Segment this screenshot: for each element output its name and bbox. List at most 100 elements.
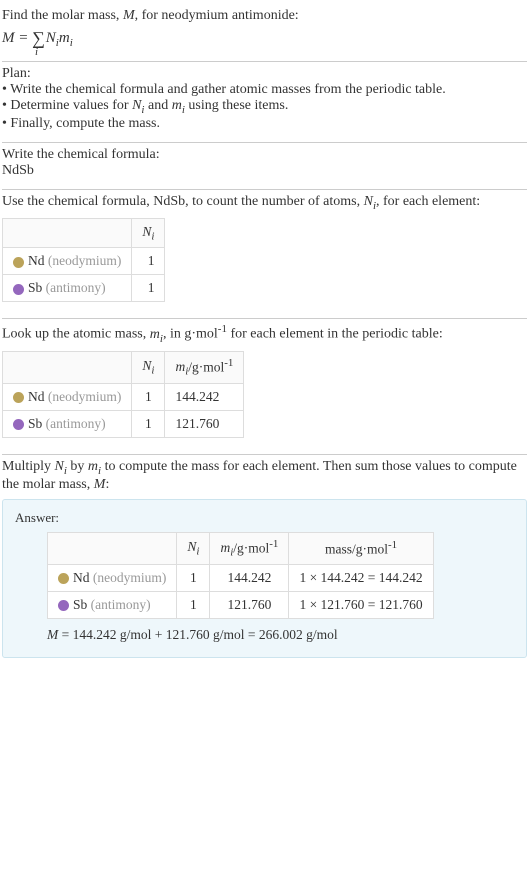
m-cell: 121.760 — [165, 410, 244, 437]
table-row: Nd (neodymium) 1 — [3, 248, 165, 275]
var-Ni: Ni — [364, 192, 376, 211]
var-Ni: Ni — [55, 457, 67, 476]
m-cell: 144.242 — [210, 564, 289, 591]
plan-b2: • Determine values for Ni and mi using t… — [2, 98, 527, 116]
lookup-section: Look up the atomic mass, mi, in g·mol-1 … — [2, 319, 527, 454]
blank-header — [3, 218, 132, 248]
multiply-section: Multiply Ni by mi to compute the mass fo… — [2, 455, 527, 674]
formula-M: M — [2, 30, 15, 46]
sup: -1 — [269, 538, 278, 550]
answer-inner: Ni mi/g·mol-1 mass/g·mol-1 Nd (neodymium… — [15, 532, 514, 643]
blank-header — [48, 532, 177, 564]
sup: -1 — [224, 357, 233, 369]
multiply-text: Multiply Ni by mi to compute the mass fo… — [2, 459, 527, 493]
table-row: Sb (antimony) 1 121.760 — [3, 410, 244, 437]
intro-text-b: , for neodymium antimonide: — [135, 8, 299, 23]
chem-label: Write the chemical formula: — [2, 147, 527, 163]
plan-b1: • Write the chemical formula and gather … — [2, 82, 527, 98]
elname: (neodymium) — [93, 570, 167, 585]
t: mass/g·mol — [325, 542, 388, 557]
u: /g·mol — [233, 540, 269, 555]
lookup-text: Look up the atomic mass, mi, in g·mol-1 … — [2, 323, 527, 344]
chem-section: Write the chemical formula: NdSb — [2, 143, 527, 189]
var-Ni: Ni — [132, 96, 144, 115]
plan-b2c: using these items. — [185, 98, 288, 113]
element-dot-icon — [13, 392, 24, 403]
table-header-row: Ni — [3, 218, 165, 248]
t: Look up the atomic mass, — [2, 327, 150, 342]
n: neodymium — [52, 253, 117, 268]
plan-b3: • Finally, compute the mass. — [2, 116, 527, 132]
mass-cell: 1 × 144.242 = 144.242 — [289, 564, 433, 591]
elname: (neodymium) — [48, 253, 122, 268]
t: for each element in the periodic table: — [227, 327, 443, 342]
mass-header: mass/g·mol-1 — [289, 532, 433, 564]
plan-title: Plan: — [2, 66, 527, 82]
element-cell: Nd (neodymium) — [48, 564, 177, 591]
Ni-header: Ni — [132, 218, 165, 248]
answer-label: Answer: — [15, 510, 514, 526]
elname: (antimony) — [46, 416, 106, 431]
table-row: Sb (antimony) 1 — [3, 275, 165, 302]
var-M: M — [94, 475, 106, 494]
table-row: Nd (neodymium) 1 144.242 — [3, 383, 244, 410]
plan-b2a: • Determine values for — [2, 98, 132, 113]
element-dot-icon — [13, 257, 24, 268]
sub-i: i — [56, 37, 59, 49]
t: Use the chemical formula, NdSb, to count… — [2, 194, 364, 209]
n: neodymium — [97, 570, 162, 585]
sub: i — [196, 546, 199, 558]
element-dot-icon — [58, 573, 69, 584]
count-text: Use the chemical formula, NdSb, to count… — [2, 194, 527, 212]
sym: Nd — [28, 253, 45, 268]
molar-mass-formula: M = ∑i Nimi — [2, 24, 527, 51]
n-cell: 1 — [177, 564, 210, 591]
t: , in g·mol — [163, 327, 218, 342]
sub-i2: i — [70, 37, 73, 49]
mi-header: mi/g·mol-1 — [165, 351, 244, 383]
sub: i — [151, 230, 154, 242]
elname: (neodymium) — [48, 389, 122, 404]
table-row: Nd (neodymium) 1 144.242 1 × 144.242 = 1… — [48, 564, 434, 591]
Ni-header: Ni — [132, 351, 165, 383]
element-cell: Nd (neodymium) — [3, 383, 132, 410]
sym: Sb — [28, 416, 42, 431]
sym: Nd — [73, 570, 90, 585]
u: /g·mol — [188, 359, 224, 374]
n: antimony — [50, 416, 101, 431]
m-cell: 144.242 — [165, 383, 244, 410]
sub: i — [151, 365, 154, 377]
n-cell: 1 — [132, 383, 165, 410]
element-dot-icon — [13, 419, 24, 430]
element-cell: Sb (antimony) — [3, 275, 132, 302]
eq-text: = 144.242 g/mol + 121.760 g/mol = 266.00… — [58, 627, 337, 642]
chem-formula: NdSb — [2, 163, 527, 179]
table-header-row: Ni mi/g·mol-1 mass/g·mol-1 — [48, 532, 434, 564]
sup: -1 — [388, 539, 397, 551]
m-cell: 121.760 — [210, 591, 289, 618]
var-mi: mi — [150, 325, 163, 344]
element-dot-icon — [58, 600, 69, 611]
lookup-table: Ni mi/g·mol-1 Nd (neodymium) 1 144.242 S… — [2, 351, 244, 438]
final-equation: M = 144.242 g/mol + 121.760 g/mol = 266.… — [47, 627, 514, 643]
elname: (antimony) — [91, 597, 151, 612]
sup: -1 — [218, 323, 227, 335]
sym: Sb — [73, 597, 87, 612]
n: antimony — [50, 280, 101, 295]
n: neodymium — [52, 389, 117, 404]
intro-section: Find the molar mass, M, for neodymium an… — [2, 4, 527, 61]
element-cell: Nd (neodymium) — [3, 248, 132, 275]
intro-text-a: Find the molar mass, — [2, 8, 123, 23]
element-cell: Sb (antimony) — [3, 410, 132, 437]
sym: Sb — [28, 280, 42, 295]
element-dot-icon — [13, 284, 24, 295]
n-cell: 1 — [132, 410, 165, 437]
t: by — [67, 459, 88, 474]
t: : — [105, 477, 109, 492]
n-cell: 1 — [132, 275, 165, 302]
t: Multiply — [2, 459, 55, 474]
sigma-icon: ∑ — [32, 28, 45, 48]
plan-section: Plan: • Write the chemical formula and g… — [2, 62, 527, 142]
mass-cell: 1 × 121.760 = 121.760 — [289, 591, 433, 618]
var-M: M — [123, 6, 135, 25]
